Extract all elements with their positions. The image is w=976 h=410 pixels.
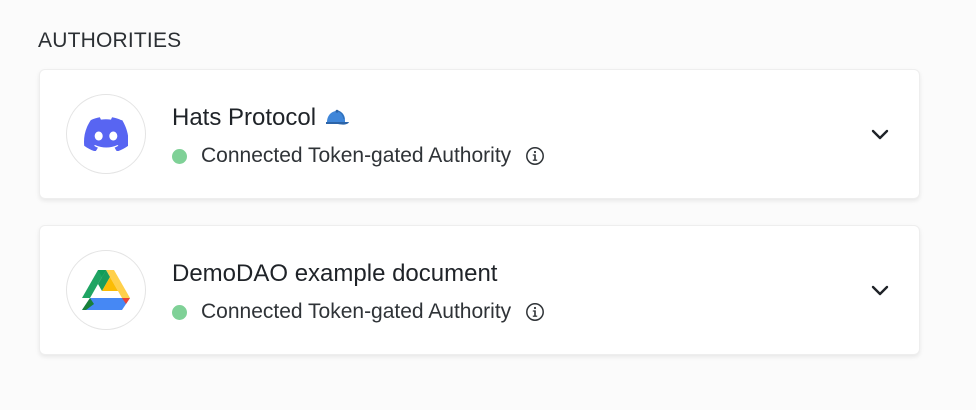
status-text: Connected Token-gated Authority [201, 144, 512, 167]
cap-icon [324, 109, 350, 127]
status-text: Connected Token-gated Authority [201, 300, 512, 323]
authority-card-demodao-document[interactable]: DemoDAO example document Connected Token… [39, 225, 920, 355]
status-dot [172, 148, 187, 164]
authority-name: DemoDAO example document [172, 260, 498, 287]
authority-title: Hats Protocol [172, 104, 350, 132]
authority-name: Hats Protocol [172, 104, 317, 131]
authorities-section-title: AUTHORITIES [38, 29, 182, 52]
chevron-down-icon[interactable] [869, 280, 891, 302]
authority-card-hats-protocol[interactable]: Hats Protocol Connected Token-gated Auth… [39, 69, 920, 199]
discord-logo [66, 94, 146, 174]
authority-title: DemoDAO example document [172, 260, 497, 288]
status-dot [172, 304, 187, 320]
google-drive-logo [66, 250, 146, 330]
discord-icon [84, 117, 128, 151]
authority-status: Connected Token-gated Authority [172, 144, 545, 168]
info-icon[interactable] [525, 146, 545, 166]
chevron-down-icon[interactable] [869, 124, 891, 146]
info-icon[interactable] [525, 302, 545, 322]
authority-status: Connected Token-gated Authority [172, 300, 545, 324]
google-drive-icon [82, 270, 130, 310]
